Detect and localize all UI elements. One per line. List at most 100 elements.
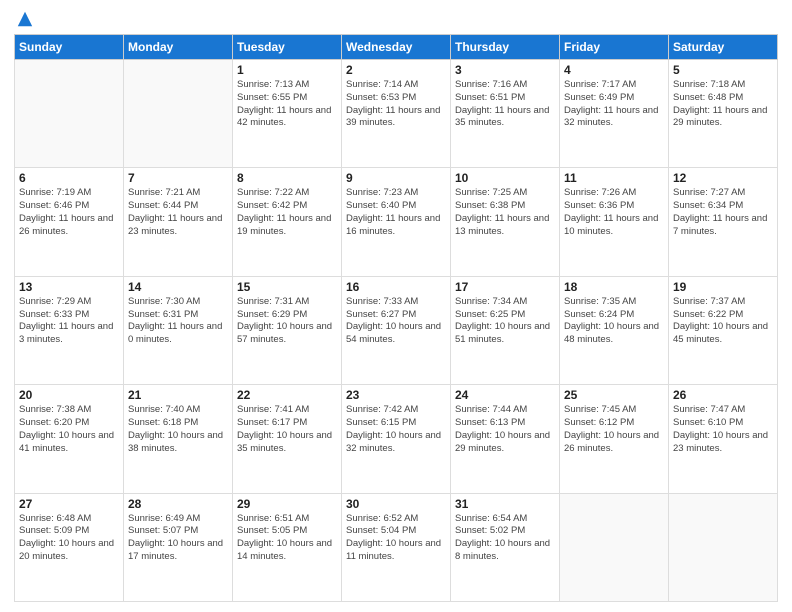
day-info: Sunrise: 7:17 AM Sunset: 6:49 PM Dayligh… [564,79,664,130]
weekday-header-tuesday: Tuesday [233,35,342,60]
calendar-cell: 10 Sunrise: 7:25 AM Sunset: 6:38 PM Dayli… [451,168,560,276]
day-info: Sunrise: 7:42 AM Sunset: 6:15 PM Dayligh… [346,404,446,455]
day-number: 20 [19,388,119,402]
calendar-cell: 21 Sunrise: 7:40 AM Sunset: 6:18 PM Dayli… [124,385,233,493]
weekday-header-sunday: Sunday [15,35,124,60]
day-info: Sunrise: 7:23 AM Sunset: 6:40 PM Dayligh… [346,187,446,238]
day-number: 28 [128,497,228,511]
calendar-cell: 5 Sunrise: 7:18 AM Sunset: 6:48 PM Daylig… [669,60,778,168]
calendar-cell: 23 Sunrise: 7:42 AM Sunset: 6:15 PM Dayli… [342,385,451,493]
calendar-cell: 6 Sunrise: 7:19 AM Sunset: 6:46 PM Daylig… [15,168,124,276]
calendar-cell: 25Sunrise: 7:45 AM Sunset: 6:12 PM Dayli… [560,385,669,493]
day-number: 26 [673,388,773,402]
day-info: Sunrise: 7:21 AM Sunset: 6:44 PM Dayligh… [128,187,228,238]
day-number: 17 [455,280,555,294]
calendar-cell: 8 Sunrise: 7:22 AM Sunset: 6:42 PM Daylig… [233,168,342,276]
calendar-cell: 27 Sunrise: 6:48 AM Sunset: 5:09 PM Dayli… [15,493,124,601]
calendar-cell: 13Sunrise: 7:29 AM Sunset: 6:33 PM Dayli… [15,276,124,384]
day-info: Sunrise: 7:19 AM Sunset: 6:46 PM Dayligh… [19,187,119,238]
weekday-header-row: SundayMondayTuesdayWednesdayThursdayFrid… [15,35,778,60]
weekday-header-thursday: Thursday [451,35,560,60]
day-info: Sunrise: 7:25 AM Sunset: 6:38 PM Dayligh… [455,187,555,238]
calendar-cell: 11 Sunrise: 7:26 AM Sunset: 6:36 PM Dayli… [560,168,669,276]
calendar-cell: 7 Sunrise: 7:21 AM Sunset: 6:44 PM Daylig… [124,168,233,276]
day-info: Sunrise: 7:37 AM Sunset: 6:22 PM Dayligh… [673,296,773,347]
calendar-cell: 12 Sunrise: 7:27 AM Sunset: 6:34 PM Dayli… [669,168,778,276]
calendar-cell: 31Sunrise: 6:54 AM Sunset: 5:02 PM Dayli… [451,493,560,601]
logo [14,10,34,28]
day-info: Sunrise: 7:47 AM Sunset: 6:10 PM Dayligh… [673,404,773,455]
day-info: Sunrise: 7:26 AM Sunset: 6:36 PM Dayligh… [564,187,664,238]
day-info: Sunrise: 7:18 AM Sunset: 6:48 PM Dayligh… [673,79,773,130]
day-number: 18 [564,280,664,294]
calendar-cell: 19Sunrise: 7:37 AM Sunset: 6:22 PM Dayli… [669,276,778,384]
day-number: 6 [19,171,119,185]
calendar-cell: 18 Sunrise: 7:35 AM Sunset: 6:24 PM Dayli… [560,276,669,384]
day-info: Sunrise: 7:38 AM Sunset: 6:20 PM Dayligh… [19,404,119,455]
day-number: 22 [237,388,337,402]
day-info: Sunrise: 6:52 AM Sunset: 5:04 PM Dayligh… [346,513,446,564]
weekday-header-wednesday: Wednesday [342,35,451,60]
day-info: Sunrise: 6:51 AM Sunset: 5:05 PM Dayligh… [237,513,337,564]
day-number: 25 [564,388,664,402]
day-info: Sunrise: 7:30 AM Sunset: 6:31 PM Dayligh… [128,296,228,347]
calendar-week-5: 27 Sunrise: 6:48 AM Sunset: 5:09 PM Dayli… [15,493,778,601]
day-number: 3 [455,63,555,77]
calendar-cell: 17 Sunrise: 7:34 AM Sunset: 6:25 PM Dayli… [451,276,560,384]
day-number: 10 [455,171,555,185]
day-info: Sunrise: 7:44 AM Sunset: 6:13 PM Dayligh… [455,404,555,455]
day-info: Sunrise: 7:14 AM Sunset: 6:53 PM Dayligh… [346,79,446,130]
calendar-table: SundayMondayTuesdayWednesdayThursdayFrid… [14,34,778,602]
day-number: 27 [19,497,119,511]
day-info: Sunrise: 7:33 AM Sunset: 6:27 PM Dayligh… [346,296,446,347]
day-number: 14 [128,280,228,294]
day-info: Sunrise: 7:40 AM Sunset: 6:18 PM Dayligh… [128,404,228,455]
day-info: Sunrise: 6:48 AM Sunset: 5:09 PM Dayligh… [19,513,119,564]
day-number: 2 [346,63,446,77]
calendar-cell: 20 Sunrise: 7:38 AM Sunset: 6:20 PM Dayli… [15,385,124,493]
day-number: 30 [346,497,446,511]
weekday-header-monday: Monday [124,35,233,60]
day-number: 21 [128,388,228,402]
calendar-cell: 1 Sunrise: 7:13 AM Sunset: 6:55 PM Daylig… [233,60,342,168]
day-number: 23 [346,388,446,402]
calendar-cell [560,493,669,601]
day-info: Sunrise: 7:31 AM Sunset: 6:29 PM Dayligh… [237,296,337,347]
calendar-cell: 22 Sunrise: 7:41 AM Sunset: 6:17 PM Dayli… [233,385,342,493]
calendar-cell: 30 Sunrise: 6:52 AM Sunset: 5:04 PM Dayli… [342,493,451,601]
day-number: 12 [673,171,773,185]
day-number: 29 [237,497,337,511]
day-info: Sunrise: 7:34 AM Sunset: 6:25 PM Dayligh… [455,296,555,347]
day-info: Sunrise: 7:13 AM Sunset: 6:55 PM Dayligh… [237,79,337,130]
day-number: 5 [673,63,773,77]
calendar-week-2: 6 Sunrise: 7:19 AM Sunset: 6:46 PM Daylig… [15,168,778,276]
day-number: 16 [346,280,446,294]
day-info: Sunrise: 7:41 AM Sunset: 6:17 PM Dayligh… [237,404,337,455]
calendar-cell [669,493,778,601]
day-number: 9 [346,171,446,185]
day-number: 1 [237,63,337,77]
day-number: 7 [128,171,228,185]
calendar-cell: 9 Sunrise: 7:23 AM Sunset: 6:40 PM Daylig… [342,168,451,276]
day-number: 24 [455,388,555,402]
weekday-header-friday: Friday [560,35,669,60]
calendar-cell: 14 Sunrise: 7:30 AM Sunset: 6:31 PM Dayli… [124,276,233,384]
calendar-week-1: 1 Sunrise: 7:13 AM Sunset: 6:55 PM Daylig… [15,60,778,168]
day-number: 11 [564,171,664,185]
header [14,10,778,28]
day-number: 15 [237,280,337,294]
day-number: 8 [237,171,337,185]
day-info: Sunrise: 7:22 AM Sunset: 6:42 PM Dayligh… [237,187,337,238]
calendar-cell: 26 Sunrise: 7:47 AM Sunset: 6:10 PM Dayli… [669,385,778,493]
calendar-week-4: 20 Sunrise: 7:38 AM Sunset: 6:20 PM Dayli… [15,385,778,493]
day-info: Sunrise: 7:27 AM Sunset: 6:34 PM Dayligh… [673,187,773,238]
day-number: 4 [564,63,664,77]
calendar-cell: 29 Sunrise: 6:51 AM Sunset: 5:05 PM Dayli… [233,493,342,601]
day-info: Sunrise: 7:35 AM Sunset: 6:24 PM Dayligh… [564,296,664,347]
day-info: Sunrise: 6:49 AM Sunset: 5:07 PM Dayligh… [128,513,228,564]
day-info: Sunrise: 7:16 AM Sunset: 6:51 PM Dayligh… [455,79,555,130]
day-number: 13 [19,280,119,294]
calendar-cell: 3 Sunrise: 7:16 AM Sunset: 6:51 PM Daylig… [451,60,560,168]
calendar-cell: 16 Sunrise: 7:33 AM Sunset: 6:27 PM Dayli… [342,276,451,384]
page: SundayMondayTuesdayWednesdayThursdayFrid… [0,0,792,612]
